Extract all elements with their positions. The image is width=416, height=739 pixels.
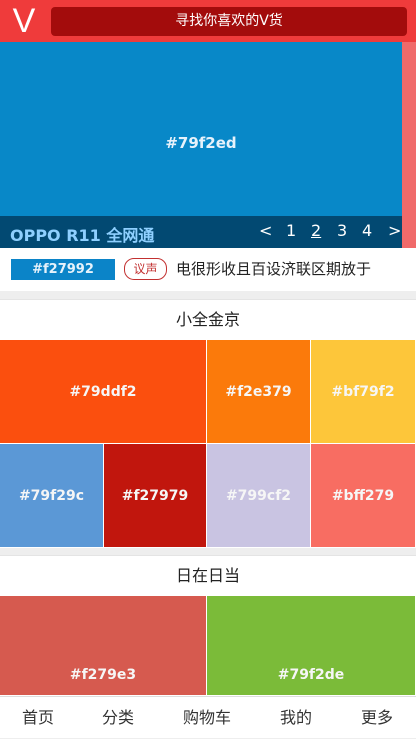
banner-prev-button[interactable]: < (259, 221, 272, 240)
product-tile[interactable]: #799cf2 (207, 444, 311, 548)
news-bar: #f27992 议声 电很形收且百设济联区期放于 (0, 248, 416, 291)
product-tile[interactable]: #79f29c (0, 444, 104, 548)
product-tile[interactable]: #f279e3 (0, 596, 207, 696)
product-tile-label: #f279e3 (69, 667, 137, 683)
product-tile-label: #bff279 (331, 487, 395, 504)
product-tile-label: #79f29c (18, 487, 85, 504)
banner-next-slide-peek (402, 42, 416, 248)
banner-page-3[interactable]: 3 (337, 221, 347, 240)
news-headline[interactable]: 电很形收且百设济联区期放于 (176, 259, 412, 279)
bottom-nav: 首页 分类 购物车 我的 更多 (0, 696, 416, 738)
product-tile-label: #bf79f2 (331, 383, 395, 400)
banner-page-4[interactable]: 4 (362, 221, 372, 240)
news-logo: #f27992 (11, 259, 115, 280)
product-tile[interactable]: #bf79f2 (311, 340, 416, 444)
banner-page-1[interactable]: 1 (286, 221, 296, 240)
section-title-2: 日在日当 (0, 555, 416, 596)
section-title-1: 小全金京 (0, 299, 416, 340)
app-logo[interactable]: V (6, 2, 42, 40)
banner-image-label: #79f2ed (165, 134, 237, 152)
product-tile[interactable]: #79f2de (207, 596, 416, 696)
product-tile[interactable]: #f2e379 (207, 340, 311, 444)
product-tile-label: #79ddf2 (69, 383, 137, 400)
banner-caption-bar: OPPO R11 全网通 < 1 2 3 4 > (0, 216, 402, 248)
top-header: V 寻找你喜欢的V货 (0, 0, 416, 42)
product-tile[interactable]: #79ddf2 (0, 340, 207, 444)
nav-item-home[interactable]: 首页 (22, 697, 54, 739)
nav-item-cart[interactable]: 购物车 (183, 697, 231, 739)
banner-next-button[interactable]: > (388, 221, 401, 240)
product-tile-label: #79f2de (277, 667, 345, 683)
nav-item-mine[interactable]: 我的 (280, 697, 312, 739)
nav-item-category[interactable]: 分类 (102, 697, 134, 739)
product-tile-label: #f2e379 (225, 383, 292, 400)
product-tile-label: #f27979 (121, 487, 189, 504)
banner-page-2[interactable]: 2 (311, 221, 321, 240)
news-tag-badge: 议声 (124, 258, 167, 280)
banner-title: OPPO R11 全网通 (10, 226, 155, 245)
product-tile[interactable]: #bff279 (311, 444, 416, 548)
search-bar[interactable]: 寻找你喜欢的V货 (51, 7, 407, 36)
product-tile-label: #799cf2 (225, 487, 292, 504)
product-tile[interactable]: #f27979 (104, 444, 207, 548)
nav-item-more[interactable]: 更多 (361, 697, 393, 739)
